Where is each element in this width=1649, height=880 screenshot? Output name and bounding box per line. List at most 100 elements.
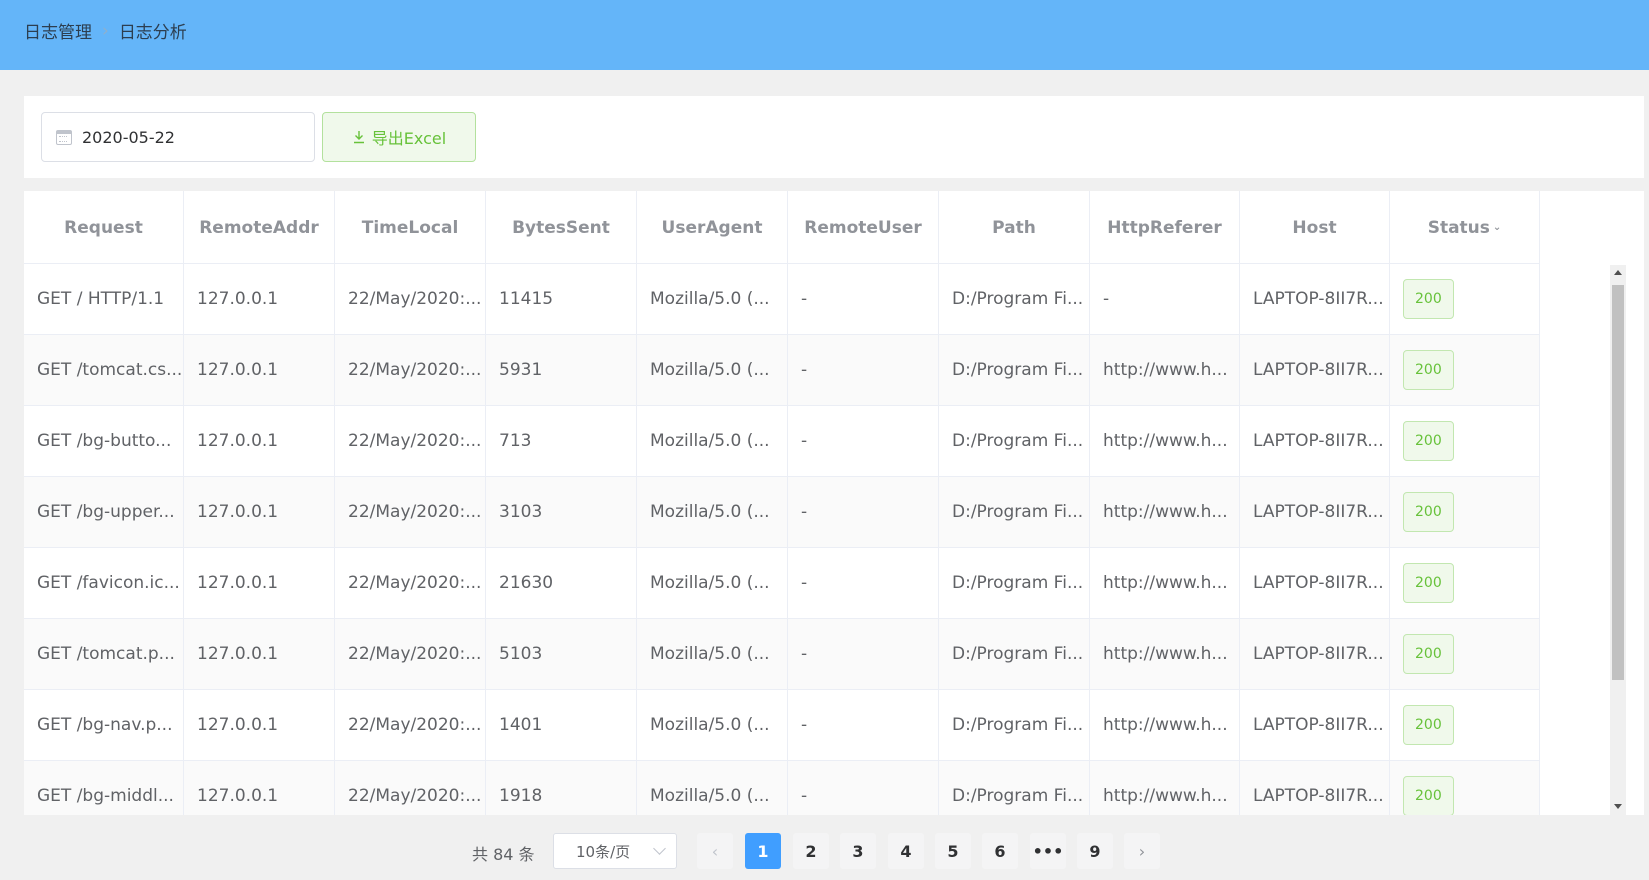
cell-remote-addr: 127.0.0.1 — [184, 406, 335, 476]
cell-remote-user: - — [788, 548, 939, 618]
cell-user-agent: Mozilla/5.0 (... — [637, 335, 788, 405]
cell-host: LAPTOP-8II7R... — [1240, 690, 1390, 760]
page-button-3[interactable]: 3 — [840, 833, 876, 869]
table-row[interactable]: GET /bg-upper... 127.0.0.1 22/May/2020:...… — [24, 477, 1540, 548]
date-picker-input[interactable]: 2020-05-22 — [41, 112, 315, 162]
scroll-up-arrow-icon[interactable] — [1614, 270, 1622, 275]
cell-request: GET /favicon.ic... — [24, 548, 184, 618]
table-scrollbar[interactable] — [1610, 265, 1626, 815]
scrollbar-thumb[interactable] — [1612, 285, 1624, 680]
cell-user-agent: Mozilla/5.0 (... — [637, 477, 788, 547]
cell-text: 1401 — [499, 715, 543, 735]
table-row[interactable]: GET /favicon.ic... 127.0.0.1 22/May/2020:.… — [24, 548, 1540, 619]
cell-user-agent: Mozilla/5.0 (... — [637, 264, 788, 334]
cell-text: LAPTOP-8II7R... — [1253, 573, 1384, 593]
page-button-1[interactable]: 1 — [745, 833, 781, 869]
column-header-time-local: TimeLocal — [335, 191, 486, 264]
cell-remote-user: - — [788, 690, 939, 760]
column-header-http-referer: HttpReferer — [1090, 191, 1240, 264]
cell-request: GET /tomcat.cs... — [24, 335, 184, 405]
table-row[interactable]: GET /bg-butto... 127.0.0.1 22/May/2020:...… — [24, 406, 1540, 477]
column-header-label: Path — [992, 217, 1036, 238]
cell-host: LAPTOP-8II7R... — [1240, 619, 1390, 689]
page-size-select[interactable]: 10条/页 — [553, 833, 677, 869]
cell-text: LAPTOP-8II7R... — [1253, 431, 1384, 451]
page-button-6[interactable]: 6 — [982, 833, 1018, 869]
cell-text: 21630 — [499, 573, 554, 593]
cell-text: LAPTOP-8II7R... — [1253, 289, 1384, 309]
cell-text: 127.0.0.1 — [197, 786, 279, 806]
cell-time-local: 22/May/2020:... — [335, 690, 486, 760]
cell-status: 200 — [1390, 335, 1540, 405]
breadcrumb: 日志管理 › 日志分析 — [24, 18, 187, 44]
table-row[interactable]: GET /bg-nav.p... 127.0.0.1 22/May/2020:...… — [24, 690, 1540, 761]
sort-caret-icon[interactable]: ⌄ — [1493, 222, 1501, 233]
status-badge: 200 — [1403, 350, 1454, 390]
cell-status: 200 — [1390, 690, 1540, 760]
cell-text: Mozilla/5.0 (... — [650, 289, 770, 309]
cell-path: D:/Program Fi... — [939, 690, 1090, 760]
cell-text: http://www.h... — [1103, 431, 1228, 451]
prev-page-button[interactable]: ‹ — [697, 833, 733, 869]
status-badge: 200 — [1403, 279, 1454, 319]
cell-path: D:/Program Fi... — [939, 406, 1090, 476]
status-badge: 200 — [1403, 776, 1454, 815]
export-excel-button[interactable]: 导出Excel — [322, 112, 476, 162]
cell-text: 22/May/2020:... — [348, 644, 482, 664]
cell-user-agent: Mozilla/5.0 (... — [637, 690, 788, 760]
cell-remote-addr: 127.0.0.1 — [184, 477, 335, 547]
cell-bytes-sent: 713 — [486, 406, 637, 476]
cell-host: LAPTOP-8II7R... — [1240, 335, 1390, 405]
column-header-label: TimeLocal — [361, 217, 459, 238]
status-badge: 200 — [1403, 492, 1454, 532]
cell-remote-addr: 127.0.0.1 — [184, 761, 335, 815]
total-count: 共 84 条 — [472, 845, 535, 864]
cell-remote-user: - — [788, 619, 939, 689]
cell-request: GET /bg-butto... — [24, 406, 184, 476]
column-header-status[interactable]: Status ⌄ — [1390, 191, 1540, 264]
table-row[interactable]: GET / HTTP/1.1 127.0.0.1 22/May/2020:... 11… — [24, 264, 1540, 335]
column-header-label: HttpReferer — [1107, 217, 1222, 238]
cell-remote-user: - — [788, 477, 939, 547]
cell-remote-addr: 127.0.0.1 — [184, 264, 335, 334]
table-row[interactable]: GET /tomcat.p... 127.0.0.1 22/May/2020:...… — [24, 619, 1540, 690]
cell-user-agent: Mozilla/5.0 (... — [637, 619, 788, 689]
cell-text: LAPTOP-8II7R... — [1253, 360, 1384, 380]
table-header: Request RemoteAddr TimeLocal BytesSent UserA… — [24, 191, 1540, 264]
status-badge: 200 — [1403, 705, 1454, 745]
cell-text: 22/May/2020:... — [348, 289, 482, 309]
next-page-button[interactable]: › — [1124, 833, 1160, 869]
cell-time-local: 22/May/2020:... — [335, 619, 486, 689]
cell-text: - — [801, 289, 808, 309]
calendar-icon — [56, 129, 72, 145]
cell-request: GET /bg-upper... — [24, 477, 184, 547]
cell-text: 713 — [499, 431, 532, 451]
cell-text: D:/Program Fi... — [952, 360, 1084, 380]
cell-bytes-sent: 21630 — [486, 548, 637, 618]
date-value: 2020-05-22 — [82, 127, 175, 147]
page-button-2[interactable]: 2 — [793, 833, 829, 869]
cell-text: Mozilla/5.0 (... — [650, 786, 770, 806]
table-row[interactable]: GET /bg-middl... 127.0.0.1 22/May/2020:...… — [24, 761, 1540, 815]
cell-path: D:/Program Fi... — [939, 477, 1090, 547]
scroll-down-arrow-icon[interactable] — [1614, 804, 1622, 809]
page-button-9[interactable]: 9 — [1077, 833, 1113, 869]
cell-text: 22/May/2020:... — [348, 502, 482, 522]
page-button-4[interactable]: 4 — [888, 833, 924, 869]
cell-bytes-sent: 1918 — [486, 761, 637, 815]
cell-status: 200 — [1390, 406, 1540, 476]
cell-host: LAPTOP-8II7R... — [1240, 406, 1390, 476]
table-row[interactable]: GET /tomcat.cs... 127.0.0.1 22/May/2020:..… — [24, 335, 1540, 406]
column-header-user-agent: UserAgent — [637, 191, 788, 264]
cell-http-referer: http://www.h... — [1090, 690, 1240, 760]
column-header-host: Host — [1240, 191, 1390, 264]
cell-bytes-sent: 5103 — [486, 619, 637, 689]
cell-text: GET / HTTP/1.1 — [37, 289, 165, 309]
cell-text: - — [801, 502, 808, 522]
export-excel-label: 导出Excel — [371, 129, 447, 148]
more-pages-button[interactable]: ••• — [1030, 833, 1066, 869]
breadcrumb-item-log-management[interactable]: 日志管理 — [24, 18, 92, 43]
page-button-5[interactable]: 5 — [935, 833, 971, 869]
cell-http-referer: http://www.h... — [1090, 761, 1240, 815]
cell-path: D:/Program Fi... — [939, 264, 1090, 334]
